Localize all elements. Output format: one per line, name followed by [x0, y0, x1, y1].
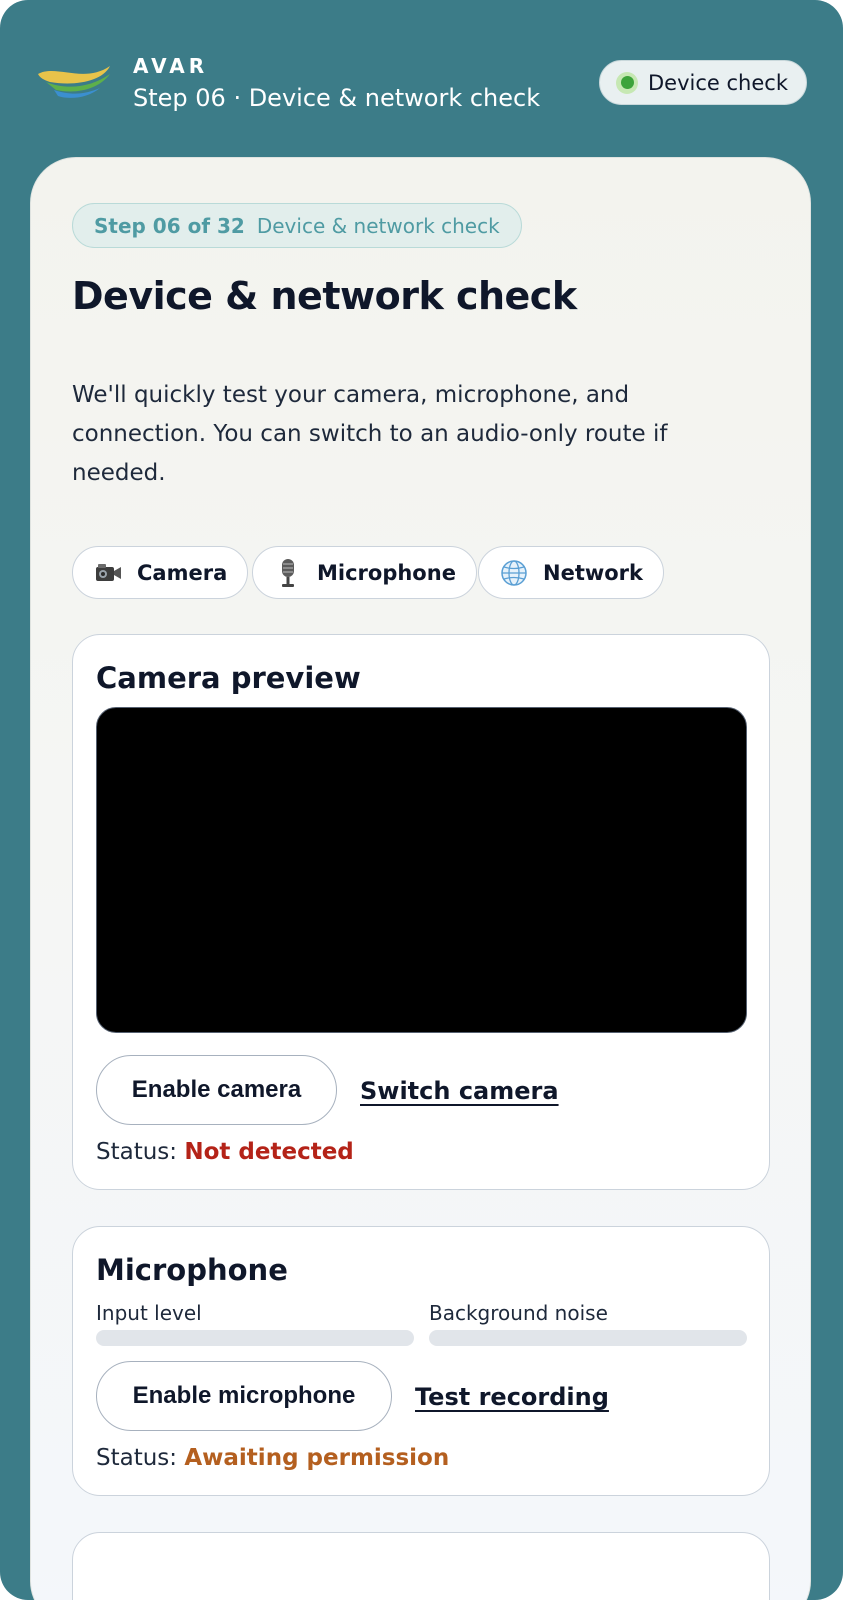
- status-dot-icon: [616, 71, 638, 94]
- chip-label: Camera: [137, 560, 228, 585]
- microphone-status-value: Awaiting permission: [184, 1445, 450, 1471]
- input-level-meter: [96, 1330, 414, 1346]
- chip-label: Microphone: [317, 560, 456, 585]
- avar-logo-icon: [38, 66, 110, 98]
- camera-preview-video: [96, 707, 747, 1033]
- brand-name: AVAR: [133, 54, 209, 78]
- camera-status: Status: Not detected: [96, 1139, 354, 1165]
- app-frame: AVAR Step 06 · Device & network check De…: [0, 0, 843, 1600]
- step-badge-label: Device & network check: [256, 213, 500, 238]
- page-title: Device & network check: [72, 274, 577, 318]
- status-pill-label: Device check: [648, 70, 788, 95]
- camera-status-prefix: Status:: [96, 1139, 178, 1165]
- camera-panel: Camera preview Enable camera Switch came…: [72, 634, 770, 1190]
- enable-camera-button[interactable]: Enable camera: [96, 1055, 337, 1125]
- background-noise-meter: [429, 1330, 747, 1346]
- enable-microphone-button[interactable]: Enable microphone: [96, 1361, 392, 1431]
- device-check-status-pill: Device check: [599, 60, 807, 105]
- globe-icon: [499, 558, 529, 588]
- intro-text: We'll quickly test your camera, micropho…: [72, 382, 668, 486]
- chip-camera[interactable]: Camera: [72, 546, 249, 599]
- step-badge-step: Step 06 of 32: [94, 213, 245, 238]
- microphone-icon: [273, 558, 303, 588]
- chip-network[interactable]: Network: [478, 546, 665, 599]
- header-subtitle: Step 06 · Device & network check: [133, 84, 541, 112]
- test-recording-link[interactable]: Test recording: [415, 1383, 609, 1411]
- camera-icon: [93, 558, 123, 588]
- main-card: Step 06 of 32 Device & network check Dev…: [30, 157, 811, 1600]
- input-level-label: Input level: [96, 1301, 202, 1325]
- camera-status-value: Not detected: [184, 1139, 354, 1165]
- network-panel: [72, 1532, 770, 1600]
- microphone-panel: Microphone Input level Background noise …: [72, 1226, 770, 1496]
- chip-microphone[interactable]: Microphone: [252, 546, 477, 599]
- microphone-status: Status: Awaiting permission: [96, 1445, 449, 1471]
- microphone-status-prefix: Status:: [96, 1445, 178, 1471]
- chip-label: Network: [543, 560, 644, 585]
- camera-panel-heading: Camera preview: [96, 661, 361, 695]
- step-badge: Step 06 of 32 Device & network check: [72, 203, 522, 248]
- switch-camera-link[interactable]: Switch camera: [360, 1077, 559, 1105]
- microphone-panel-heading: Microphone: [96, 1253, 288, 1287]
- background-noise-label: Background noise: [429, 1301, 608, 1325]
